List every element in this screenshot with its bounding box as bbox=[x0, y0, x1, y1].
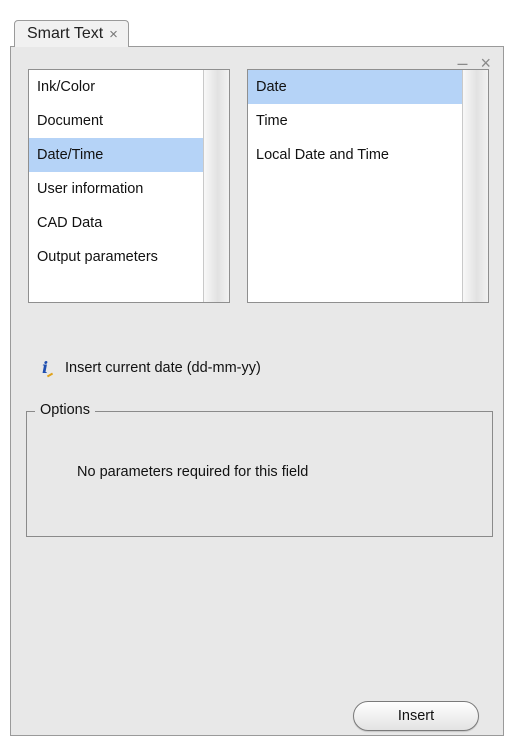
category-list[interactable]: Ink/Color Document Date/Time User inform… bbox=[28, 69, 230, 303]
category-item-output-parameters[interactable]: Output parameters bbox=[29, 240, 203, 274]
category-item-cad-data[interactable]: CAD Data bbox=[29, 206, 203, 240]
category-list-items: Ink/Color Document Date/Time User inform… bbox=[29, 70, 203, 302]
field-list[interactable]: Date Time Local Date and Time bbox=[247, 69, 489, 303]
info-icon: i bbox=[37, 359, 53, 377]
options-message: No parameters required for this field bbox=[77, 464, 309, 480]
field-list-scrollbar[interactable] bbox=[462, 70, 488, 302]
tab-close-icon[interactable]: × bbox=[109, 26, 118, 43]
options-legend: Options bbox=[35, 402, 95, 418]
field-item-date[interactable]: Date bbox=[248, 70, 462, 104]
insert-button[interactable]: Insert bbox=[353, 701, 479, 731]
field-item-time[interactable]: Time bbox=[248, 104, 462, 138]
tab-smart-text[interactable]: Smart Text × bbox=[14, 20, 129, 47]
tab-title: Smart Text bbox=[27, 25, 104, 42]
field-description: i Insert current date (dd-mm-yy) bbox=[37, 359, 261, 377]
smart-text-panel: – × Ink/Color Document Date/Time User in… bbox=[10, 46, 504, 736]
field-list-items: Date Time Local Date and Time bbox=[248, 70, 462, 302]
category-item-user-information[interactable]: User information bbox=[29, 172, 203, 206]
category-list-scrollbar[interactable] bbox=[203, 70, 229, 302]
category-item-document[interactable]: Document bbox=[29, 104, 203, 138]
field-description-text: Insert current date (dd-mm-yy) bbox=[65, 360, 261, 376]
options-group: Options No parameters required for this … bbox=[26, 402, 493, 537]
category-item-ink-color[interactable]: Ink/Color bbox=[29, 70, 203, 104]
field-item-local-date-and-time[interactable]: Local Date and Time bbox=[248, 138, 462, 172]
category-item-date-time[interactable]: Date/Time bbox=[29, 138, 203, 172]
